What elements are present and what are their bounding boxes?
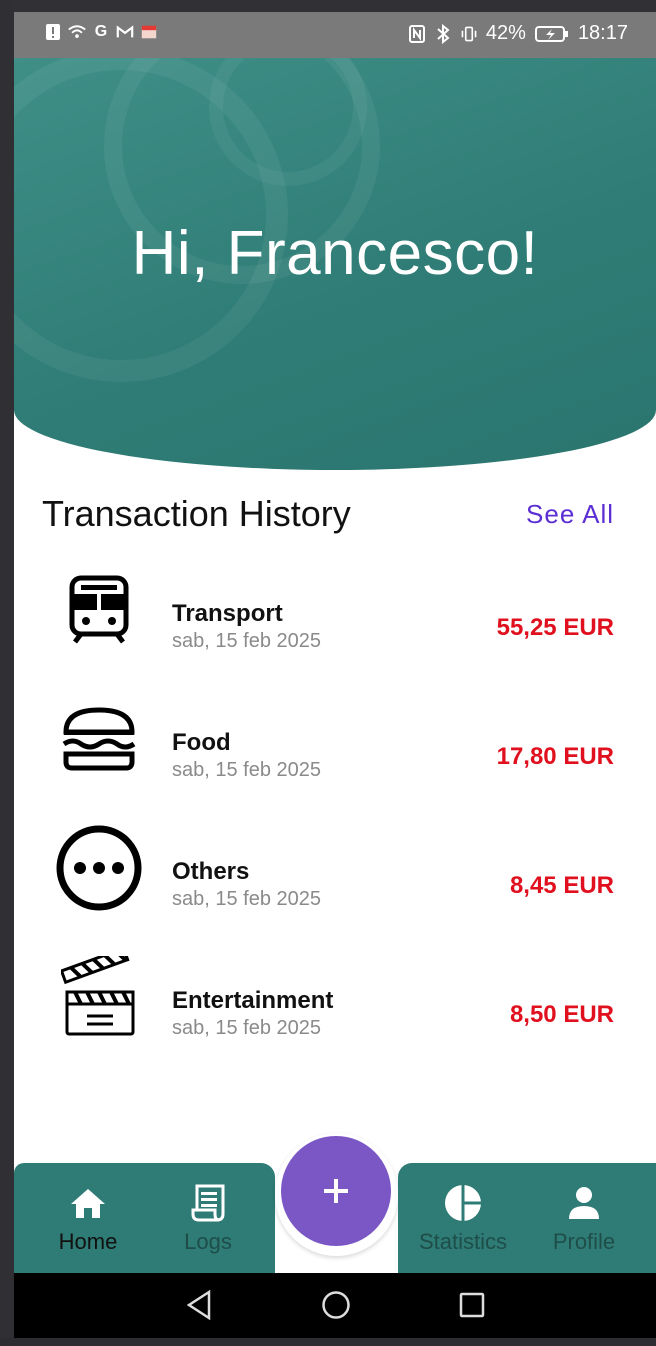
nav-label-statistics: Statistics <box>418 1229 508 1254</box>
transaction-row[interactable]: Entertainment sab, 15 feb 2025 8,50 EUR <box>14 952 656 1081</box>
nav-label-home: Home <box>58 1229 118 1254</box>
nav-item-logs[interactable]: Logs <box>158 1163 258 1273</box>
status-left-icons: G <box>44 22 158 42</box>
transaction-category: Transport <box>172 600 283 627</box>
status-bar: G 42% 18:17 <box>14 12 656 58</box>
transaction-row[interactable]: Transport sab, 15 feb 2025 55,25 EUR <box>14 565 656 694</box>
transaction-list: Transport sab, 15 feb 2025 55,25 EUR Foo… <box>14 565 656 1081</box>
transaction-date: sab, 15 feb 2025 <box>172 630 322 652</box>
transaction-date: sab, 15 feb 2025 <box>172 759 322 781</box>
status-time: 18:17 <box>577 22 628 44</box>
greeting-header: Hi, Francesco! <box>14 58 656 470</box>
bottom-nav-right: Statistics Profile <box>398 1163 656 1273</box>
receipt-icon <box>188 1183 228 1223</box>
nav-item-profile[interactable]: Profile <box>534 1163 634 1273</box>
window-frame-bottom <box>0 1338 656 1346</box>
home-icon <box>68 1183 108 1223</box>
transaction-category: Entertainment <box>172 987 334 1014</box>
burger-icon <box>54 694 144 784</box>
vibrate-icon <box>460 24 478 44</box>
plus-icon <box>322 1166 350 1216</box>
transaction-category: Food <box>172 729 231 756</box>
window-frame-left <box>0 0 14 1346</box>
transaction-category: Others <box>172 858 250 885</box>
add-transaction-button[interactable] <box>281 1136 391 1246</box>
pie-chart-icon <box>443 1183 483 1223</box>
transaction-row[interactable]: Others sab, 15 feb 2025 8,45 EUR <box>14 823 656 952</box>
transaction-date: sab, 15 feb 2025 <box>172 1017 322 1039</box>
transaction-row[interactable]: Food sab, 15 feb 2025 17,80 EUR <box>14 694 656 823</box>
bluetooth-icon <box>434 23 452 44</box>
window-frame-top <box>0 0 656 12</box>
nav-item-home[interactable]: Home <box>38 1163 138 1273</box>
train-icon <box>54 565 144 655</box>
bottom-nav-left: Home Logs <box>14 1163 275 1273</box>
nfc-icon <box>408 24 426 44</box>
person-icon <box>564 1183 604 1223</box>
gmail-icon <box>116 22 134 42</box>
box-icon <box>140 22 158 42</box>
transaction-history-title: Transaction History <box>42 493 351 534</box>
back-icon[interactable] <box>181 1287 217 1323</box>
transaction-amount: 55,25 EUR <box>496 614 614 641</box>
battery-percent: 42% <box>485 22 526 44</box>
nav-item-statistics[interactable]: Statistics <box>404 1163 522 1273</box>
system-nav-bar <box>14 1273 656 1338</box>
alert-icon <box>44 22 62 42</box>
home-circle-icon[interactable] <box>318 1287 354 1323</box>
transaction-amount: 8,45 EUR <box>509 872 614 899</box>
clapperboard-icon <box>54 952 144 1042</box>
see-all-link[interactable]: See All <box>526 499 614 530</box>
greeting-text: Hi, Francesco! <box>131 219 539 288</box>
battery-icon <box>534 24 570 44</box>
more-icon <box>54 823 144 913</box>
google-icon: G <box>94 23 108 40</box>
transaction-amount: 8,50 EUR <box>509 1001 614 1028</box>
nav-label-logs: Logs <box>184 1229 232 1254</box>
transaction-date: sab, 15 feb 2025 <box>172 888 322 910</box>
nav-label-profile: Profile <box>552 1229 616 1254</box>
status-right: 42% 18:17 <box>408 22 628 45</box>
recents-icon[interactable] <box>454 1287 490 1323</box>
transaction-amount: 17,80 EUR <box>496 743 614 770</box>
wifi-icon <box>68 22 86 42</box>
